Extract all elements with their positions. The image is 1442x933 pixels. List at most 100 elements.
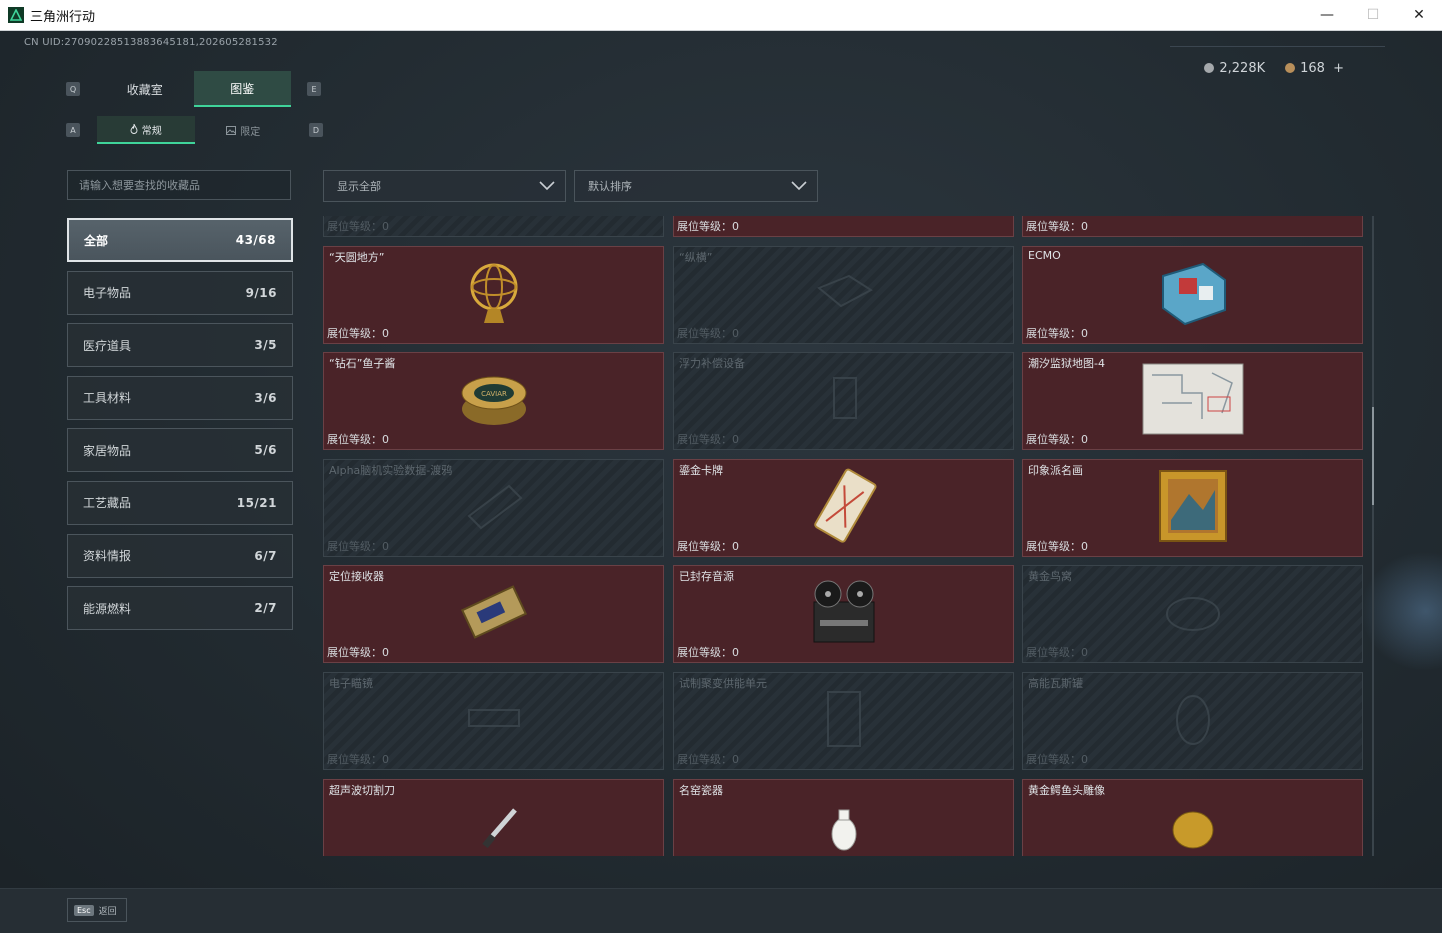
category-household[interactable]: 家居物品 5/6 bbox=[67, 428, 293, 473]
caviar-tin-icon: CAVIAR bbox=[459, 367, 529, 435]
item-name: 潮汐监狱地图-4 bbox=[1028, 357, 1105, 371]
collection-item-card[interactable]: 试制聚变供能单元 展位等级：0 bbox=[673, 672, 1014, 770]
add-currency-button[interactable]: + bbox=[1333, 61, 1344, 76]
armillary-sphere-icon bbox=[464, 257, 524, 333]
collection-item-card[interactable]: 潮汐监狱地图-4 展位等级：0 bbox=[1022, 352, 1363, 451]
scrollbar-thumb[interactable] bbox=[1372, 407, 1374, 505]
item-level: 展位等级：0 bbox=[677, 218, 739, 234]
category-count: 43/68 bbox=[235, 233, 276, 247]
collection-item-card[interactable]: 电子瞄镜 展位等级：0 bbox=[323, 672, 664, 770]
item-level: 展位等级：0 bbox=[327, 751, 389, 767]
item-name: ECMO bbox=[1028, 248, 1061, 262]
collection-item-card[interactable]: 展位等级：0 bbox=[323, 216, 664, 237]
item-level-label: 展位等级： bbox=[327, 433, 382, 447]
category-label: 家居物品 bbox=[83, 443, 132, 458]
tab-catalog[interactable]: 图鉴 bbox=[193, 71, 291, 107]
collection-grid-viewport[interactable]: 展位等级：0 展位等级：0 展位等级：0 “天圆地方” 展位等级：0 “纵横” 展位等级：0… bbox=[323, 216, 1365, 856]
category-energy[interactable]: 能源燃料 2/7 bbox=[67, 586, 293, 631]
item-level-value: 0 bbox=[382, 220, 389, 233]
item-name: 试制聚变供能单元 bbox=[679, 677, 767, 690]
item-level-label: 展位等级： bbox=[1026, 433, 1081, 447]
close-button[interactable]: ✕ bbox=[1396, 0, 1442, 30]
collection-item-card[interactable]: 展位等级：0 bbox=[1022, 216, 1363, 237]
maximize-button[interactable]: ☐ bbox=[1350, 0, 1396, 30]
category-label: 资料情报 bbox=[83, 549, 132, 564]
scrollbar-track[interactable] bbox=[1372, 216, 1374, 856]
subtab-regular[interactable]: 常规 bbox=[97, 116, 195, 144]
item-level: 展位等级：0 bbox=[677, 644, 739, 660]
item-level-value: 0 bbox=[382, 539, 389, 553]
gramophone-icon bbox=[809, 216, 879, 230]
player-uid: CN UID:27090228513883645181,202605281532 bbox=[24, 37, 278, 48]
collection-item-card[interactable]: 展位等级：0 bbox=[673, 216, 1014, 237]
category-crafts[interactable]: 工艺藏品 15/21 bbox=[67, 480, 293, 525]
item-level: 展位等级：0 bbox=[677, 325, 739, 341]
item-level: 展位等级：0 bbox=[1026, 431, 1088, 447]
chevron-down-icon bbox=[539, 181, 555, 191]
minimize-button[interactable]: — bbox=[1304, 0, 1350, 30]
item-level-label: 展位等级： bbox=[1026, 220, 1081, 233]
item-level-label: 展位等级： bbox=[1026, 326, 1081, 340]
reel-recorder-icon bbox=[806, 576, 882, 652]
currency-secondary: 168 + bbox=[1285, 61, 1344, 76]
collection-search-input[interactable] bbox=[67, 170, 291, 200]
esc-key-hint: Esc bbox=[74, 904, 94, 916]
item-level-value: 0 bbox=[382, 433, 389, 447]
item-name: Alpha脑机实验数据-渡鸦 bbox=[329, 463, 453, 477]
collection-item-card[interactable]: 黄金鳄鱼头雕像展位等级：0 bbox=[1022, 778, 1363, 856]
data-drive-icon bbox=[459, 476, 529, 540]
gilded-card-icon bbox=[804, 468, 884, 548]
category-tools[interactable]: 工具材料 3/6 bbox=[67, 375, 293, 420]
flame-icon bbox=[130, 124, 138, 134]
sort-dropdown[interactable]: 默认排序 bbox=[574, 170, 818, 202]
subtab-limited[interactable]: 限定 bbox=[195, 116, 293, 144]
tab-collection-room[interactable]: 收藏室 bbox=[96, 71, 194, 107]
back-button[interactable]: Esc 返回 bbox=[67, 898, 127, 922]
collection-item-card[interactable]: 鎏金卡牌 展位等级：0 bbox=[673, 458, 1014, 557]
category-count: 3/6 bbox=[254, 390, 277, 405]
collection-item-card[interactable]: 印象派名画 展位等级：0 bbox=[1022, 458, 1363, 557]
crocodile-statue-icon bbox=[1163, 796, 1223, 856]
item-level-value: 0 bbox=[382, 646, 389, 660]
item-level-label: 展位等级： bbox=[327, 539, 382, 553]
collection-item-card[interactable]: 名窑瓷器展位等级：0 bbox=[673, 778, 1014, 856]
collection-item-card[interactable]: 已封存音源 展位等级：0 bbox=[673, 565, 1014, 664]
item-level-label: 展位等级： bbox=[677, 539, 732, 553]
key-hint-q: Q bbox=[66, 82, 80, 96]
collection-item-card[interactable]: CAVIAR “钻石”鱼子酱 展位等级：0 bbox=[323, 352, 664, 451]
collection-item-card[interactable]: “纵横” 展位等级：0 bbox=[673, 245, 1014, 344]
collection-item-card[interactable]: 黄金鸟窝 展位等级：0 bbox=[1022, 565, 1363, 664]
category-all[interactable]: 全部 43/68 bbox=[67, 218, 293, 262]
fusion-unit-icon bbox=[814, 684, 874, 758]
collection-item-card[interactable]: 定位接收器展位等级：0 bbox=[323, 565, 664, 664]
key-hint-a: A bbox=[66, 123, 80, 137]
collection-item-card[interactable]: Alpha脑机实验数据-渡鸦 展位等级：0 bbox=[323, 458, 664, 557]
item-name: 高能瓦斯罐 bbox=[1028, 677, 1083, 690]
category-count: 15/21 bbox=[236, 495, 277, 510]
collection-item-card[interactable]: 超声波切割刀展位等级：0 bbox=[323, 778, 664, 856]
collection-item-card[interactable]: ECMO 展位等级：0 bbox=[1022, 245, 1363, 344]
cutter-icon bbox=[459, 796, 529, 856]
item-level: 展位等级：0 bbox=[327, 431, 389, 447]
category-label: 工具材料 bbox=[83, 391, 132, 406]
collection-item-card[interactable]: “天圆地方” 展位等级：0 bbox=[323, 245, 664, 344]
collection-item-card[interactable]: 浮力补偿设备 展位等级：0 bbox=[673, 352, 1014, 451]
item-name: 定位接收器 bbox=[329, 570, 384, 584]
item-level: 展位等级：0 bbox=[1026, 538, 1088, 554]
back-label: 返回 bbox=[98, 906, 117, 917]
category-electronics[interactable]: 电子物品 9/16 bbox=[67, 270, 293, 315]
item-level-label: 展位等级： bbox=[327, 753, 382, 766]
item-level-value: 0 bbox=[732, 220, 739, 233]
item-name: “钻石”鱼子酱 bbox=[329, 357, 396, 371]
item-level-value: 0 bbox=[1081, 433, 1088, 447]
game-viewport: CN UID:27090228513883645181,202605281532… bbox=[0, 31, 1442, 933]
item-level: 展位等级：0 bbox=[327, 644, 389, 660]
category-intel[interactable]: 资料情报 6/7 bbox=[67, 533, 293, 578]
category-medical[interactable]: 医疗道具 3/5 bbox=[67, 323, 293, 368]
collection-item-card[interactable]: 高能瓦斯罐 展位等级：0 bbox=[1022, 672, 1363, 770]
gas-tank-icon bbox=[1163, 684, 1223, 758]
item-level-value: 0 bbox=[732, 539, 739, 553]
item-level-value: 0 bbox=[1081, 646, 1088, 660]
filter-dropdown[interactable]: 显示全部 bbox=[323, 170, 566, 202]
porcelain-icon bbox=[824, 796, 864, 856]
